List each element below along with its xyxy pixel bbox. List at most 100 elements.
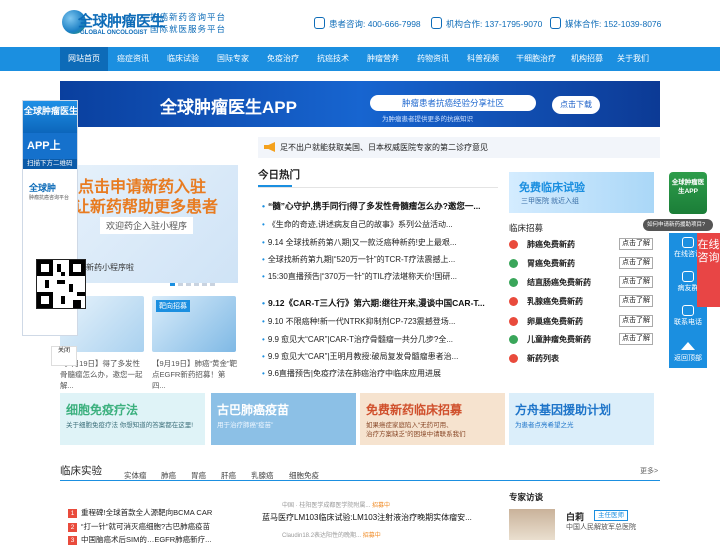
learn-more-button[interactable]: 点击了解 bbox=[619, 257, 653, 269]
float-app: APP上 bbox=[23, 133, 77, 159]
app-float[interactable]: 全球肿瘤医生APP bbox=[669, 172, 707, 214]
trial-meta: 中国 · 桂阳医学成都医学院附属... 招募中 bbox=[282, 500, 390, 509]
promo-card[interactable]: 免费新药临床招募 如果癌症家庭陷入“无药可用、 治疗方案缺乏”的困境中请联系我们 bbox=[360, 393, 505, 445]
patient-contact[interactable]: 患者咨询: 400-666-7998 bbox=[314, 17, 421, 30]
bullet-icon: • bbox=[262, 317, 265, 326]
status-badge: 招募中 bbox=[362, 533, 381, 539]
promo-sub: 用于治疗肺癌“疫苗” bbox=[217, 422, 274, 429]
nav-item[interactable]: 癌症资讯 bbox=[108, 47, 158, 71]
qr-code-icon bbox=[36, 259, 86, 309]
news-item[interactable]: • 全球找新药第九期|“520万一针”的TCR-T疗法震撼上... bbox=[262, 254, 492, 265]
news-text: 15:30直播预告|“370万一针”的TIL疗法堪称天价!国研... bbox=[267, 272, 458, 281]
nav-item[interactable]: 免疫治疗 bbox=[258, 47, 308, 71]
back-to-top-button[interactable]: 返回顶部 bbox=[669, 336, 707, 368]
clinical-tab[interactable]: 实体瘤 bbox=[124, 470, 147, 481]
news-text: 《生命的奇迹,讲述病友自己的故事》系列公益活动... bbox=[267, 220, 453, 229]
learn-more-button[interactable]: 点击了解 bbox=[619, 333, 653, 345]
news-item[interactable]: • 9.12《CAR-T三人行》第六期:继往开来,漫谈中国CAR-T... bbox=[262, 297, 492, 309]
news-item[interactable]: • 《生命的奇迹,讲述病友自己的故事》系列公益活动... bbox=[262, 219, 492, 230]
slogan: 抗癌新药咨询平台 国际就医服务平台 bbox=[150, 12, 226, 36]
carousel-dot[interactable] bbox=[178, 283, 183, 286]
news-item[interactable]: • “髓”心守护,携手同行|得了多发性骨髓瘤怎么办?邀您一... bbox=[262, 200, 492, 212]
clinical-tab[interactable]: 细胞免疫 bbox=[289, 470, 319, 481]
promo-title: 方舟基因援助计划 bbox=[515, 403, 612, 417]
video-thumb[interactable]: 靶向招募 bbox=[152, 296, 236, 352]
carousel-dot[interactable] bbox=[170, 283, 175, 286]
free-trial-ad[interactable]: 免费临床试验 三甲医院 就近入组 bbox=[509, 172, 654, 213]
carousel-dot[interactable] bbox=[186, 283, 191, 286]
promo-title: 古巴肺癌疫苗 bbox=[217, 403, 290, 417]
pill-icon bbox=[509, 317, 518, 326]
news-item[interactable]: • 9.14 全球找新药第八期|又一款泛癌种新药!史上最艰... bbox=[262, 237, 492, 248]
media-contact[interactable]: 媒体合作: 152-1039-8076 bbox=[550, 17, 661, 30]
news-text: 9.10 不限癌种!新一代NTRK抑制剂CP-723震撼登场... bbox=[267, 317, 456, 326]
news-item[interactable]: • 9.10 不限癌种!新一代NTRK抑制剂CP-723震撼登场... bbox=[262, 316, 492, 327]
banner-subtitle: 肿瘤患者抗癌经验分享社区 bbox=[370, 95, 536, 111]
tooltip[interactable]: 如何申请新药援助项目? bbox=[643, 219, 713, 231]
nav-item[interactable]: 临床试验 bbox=[158, 47, 208, 71]
learn-more-button[interactable]: 点击了解 bbox=[619, 315, 653, 327]
news-item[interactable]: • 9.9 愈见大“CAR”|CAR-T治疗骨髓瘤一共分几步?全... bbox=[262, 334, 492, 345]
news-item[interactable]: • 9.9 愈见大“CAR”|王明月教授:破局复发骨髓瘤患者治... bbox=[262, 351, 492, 362]
ad-line: 让新药帮助更多患者 bbox=[74, 199, 219, 216]
promo-card[interactable]: 古巴肺癌疫苗用于治疗肺癌“疫苗” bbox=[211, 393, 356, 445]
trial-row[interactable]: 肺癌免费新药 点击了解 bbox=[509, 238, 659, 252]
nav-item[interactable]: 药物资讯 bbox=[408, 47, 458, 71]
clinical-tab[interactable]: 肝癌 bbox=[221, 470, 236, 481]
nav-item[interactable]: 关于我们 bbox=[610, 47, 656, 71]
promo-card[interactable]: 细胞免疫疗法 关于细胞免疫疗法 你想知道的答案都在这里! bbox=[60, 393, 205, 445]
nav-item[interactable]: 抗癌技术 bbox=[308, 47, 358, 71]
thumb-caption[interactable]: 【9月19日】肺癌“黄金”靶点EGFR新药招募！第四... bbox=[152, 358, 238, 391]
promo-card[interactable]: 方舟基因援助计划 为患者点亮希望之光 bbox=[509, 393, 654, 445]
nav-item-home[interactable]: 网站首页 bbox=[60, 47, 108, 71]
trial-name: 结直肠癌免费新药 bbox=[527, 278, 591, 287]
nav-item[interactable]: 国际专家 bbox=[208, 47, 258, 71]
nav-item[interactable]: 肿瘤营养 bbox=[358, 47, 408, 71]
trial-row[interactable]: 胃癌免费新药 点击了解 bbox=[509, 257, 659, 271]
learn-more-button[interactable]: 点击了解 bbox=[619, 295, 653, 307]
trial-row[interactable]: 新药列表 bbox=[509, 352, 659, 366]
learn-more-button[interactable]: 点击了解 bbox=[619, 238, 653, 250]
carousel-dot[interactable] bbox=[210, 283, 215, 286]
news-item[interactable]: • 15:30直播预告|“370万一针”的TIL疗法堪称天价!国研... bbox=[262, 271, 492, 282]
trial-row[interactable]: 卵巢癌免费新药 点击了解 bbox=[509, 315, 659, 329]
trial-title[interactable]: 蓝马医疗LM103临床试验:LM103注射液治疗晚期实体瘤安... bbox=[262, 512, 472, 523]
trial-row[interactable]: 儿童肿瘤免费新药 点击了解 bbox=[509, 333, 659, 347]
news-text: 9.6直播预告|免疫疗法在肺癌治疗中临床应用进展 bbox=[267, 369, 442, 378]
nav-item[interactable]: 机构招募 bbox=[564, 47, 610, 71]
trial-name: 胃癌免费新药 bbox=[527, 259, 575, 268]
slogan-line: 国际就医服务平台 bbox=[150, 25, 227, 35]
online-consult-tab[interactable]: 在线咨询 bbox=[697, 233, 720, 307]
app-banner[interactable]: 全球肿瘤医生APP 肿瘤患者抗癌经验分享社区 为肿瘤患者提供更多的抗癌知识 点击… bbox=[60, 81, 660, 127]
more-link[interactable]: 更多> bbox=[640, 466, 658, 476]
expert-title: 专家访谈 bbox=[509, 492, 544, 502]
nav-item[interactable]: 科普视频 bbox=[458, 47, 508, 71]
news-text: 9.9 愈见大“CAR”|CAR-T治疗骨髓瘤一共分几步?全... bbox=[267, 335, 454, 344]
org-contact[interactable]: 机构合作: 137-1795-9070 bbox=[431, 17, 542, 30]
new-drug-ad[interactable]: 点击申请新药入驻 让新药帮助更多患者 欢迎药企入驻小程序 新药小程序啦 bbox=[60, 165, 238, 283]
notice-bar[interactable]: 足不出户就能获取美国、日本权威医院专家的第二诊疗意见 bbox=[258, 137, 660, 158]
trial-row[interactable]: 结直肠癌免费新药 点击了解 bbox=[509, 276, 659, 290]
ad-caption: 新药小程序啦 bbox=[86, 263, 134, 272]
nav-item[interactable]: 干细胞治疗 bbox=[508, 47, 564, 71]
expert-hospital: 中国人民解放军总医院 bbox=[566, 524, 636, 531]
learn-more-button[interactable]: 点击了解 bbox=[619, 276, 653, 288]
clinical-item[interactable]: 2 “打一针”就可消灭癌细胞?古巴肺癌疫苗 bbox=[68, 521, 210, 532]
news-item[interactable]: • 9.6直播预告|免疫疗法在肺癌治疗中临床应用进展 bbox=[262, 368, 492, 379]
clinical-tab[interactable]: 乳腺癌 bbox=[251, 470, 274, 481]
clinical-item[interactable]: 1 重程碑!全球首款全人源靶向BCMA CAR bbox=[68, 507, 212, 518]
clinical-tab[interactable]: 肺癌 bbox=[161, 470, 176, 481]
trial-name: 新药列表 bbox=[527, 354, 559, 363]
news-text: 9.14 全球找新药第八期|又一款泛癌种新药!史上最艰... bbox=[267, 238, 457, 247]
clinical-tab[interactable]: 胃癌 bbox=[191, 470, 206, 481]
download-button[interactable]: 点击下载 bbox=[552, 96, 600, 114]
carousel-dot[interactable] bbox=[194, 283, 199, 286]
wechat-icon bbox=[682, 271, 694, 282]
trial-name: 肺癌免费新药 bbox=[527, 240, 575, 249]
carousel-dot[interactable] bbox=[202, 283, 207, 286]
pill-icon bbox=[509, 240, 518, 249]
close-button[interactable]: 关闭 bbox=[51, 346, 77, 366]
slogan-line: 抗癌新药咨询平台 bbox=[150, 13, 227, 23]
trial-row[interactable]: 乳腺癌免费新药 点击了解 bbox=[509, 295, 659, 309]
expert-photo[interactable] bbox=[509, 509, 555, 540]
